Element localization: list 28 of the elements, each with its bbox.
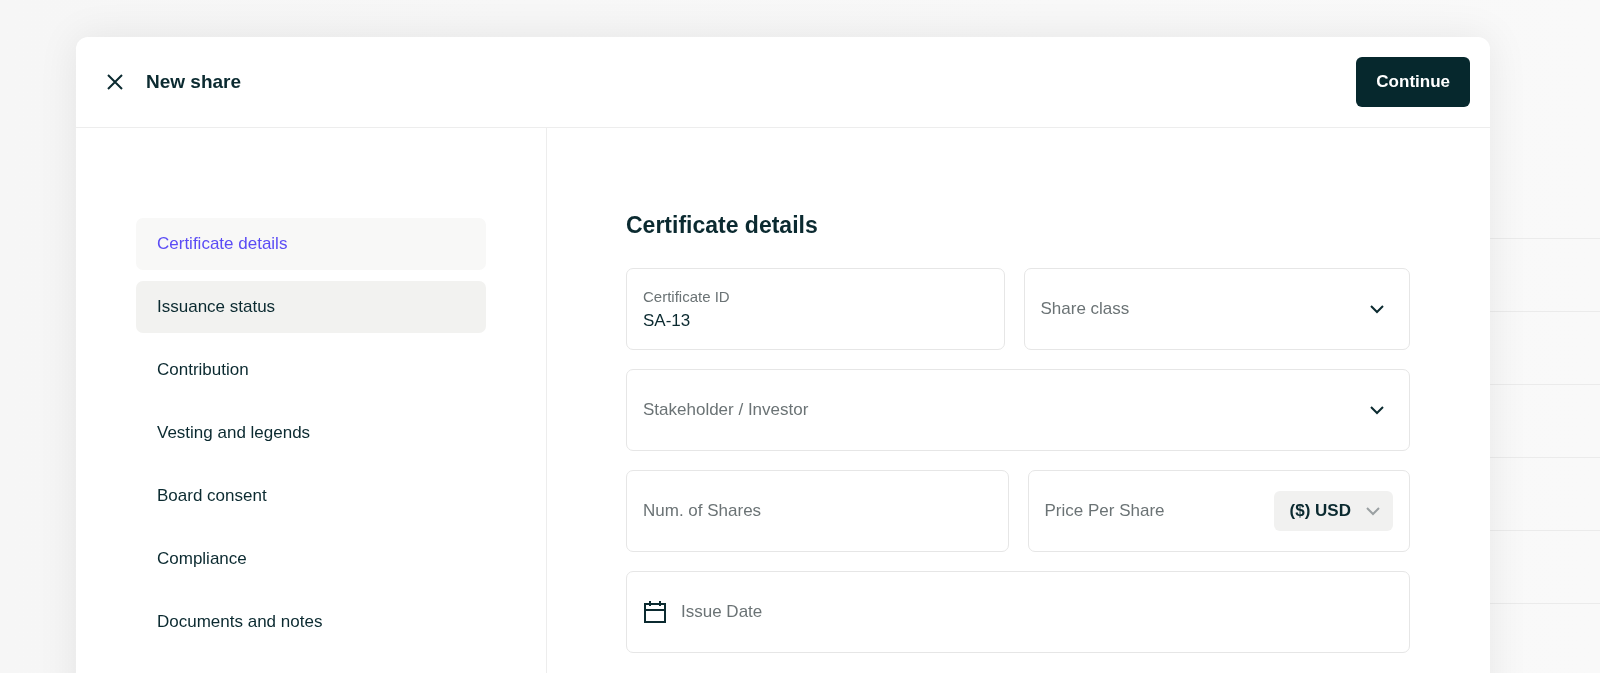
field-value: SA-13 xyxy=(643,310,692,331)
date-field[interactable]: Issue Date xyxy=(626,571,1410,653)
section-title: Certificate details xyxy=(626,212,819,239)
field-placeholder: Issue Date xyxy=(681,602,764,622)
step-item[interactable]: Issuance status xyxy=(136,281,486,333)
chevron-down-icon xyxy=(1365,506,1381,516)
step-item[interactable]: Board consent xyxy=(136,470,486,522)
text-field[interactable]: Num. of Shares xyxy=(626,470,1009,552)
step-item[interactable]: Documents and notes xyxy=(136,596,486,648)
select-field[interactable]: Share class xyxy=(1023,268,1410,350)
step-item[interactable]: Contribution xyxy=(136,344,486,396)
step-item[interactable]: Certificate details xyxy=(136,218,486,270)
chevron-down-icon xyxy=(1369,304,1385,314)
text-field[interactable]: Certificate ID SA-13 xyxy=(626,268,1005,350)
field-placeholder: Num. of Shares xyxy=(643,501,763,521)
chevron-down-icon xyxy=(1369,405,1385,415)
step-item[interactable]: Vesting and legends xyxy=(136,407,486,459)
calendar-icon xyxy=(643,600,667,624)
currency-select[interactable]: ($) USD xyxy=(1273,491,1393,531)
field-placeholder: Share class xyxy=(1040,299,1131,319)
step-item[interactable]: Compliance xyxy=(136,533,486,585)
field-placeholder: Price Per Share xyxy=(1044,501,1166,521)
field-placeholder: Stakeholder / Investor xyxy=(643,400,810,420)
continue-button[interactable]: Continue xyxy=(1356,57,1470,107)
price-field[interactable]: Price Per Share ($) USD xyxy=(1027,470,1410,552)
dialog-title: New share xyxy=(146,71,243,93)
select-field[interactable]: Stakeholder / Investor xyxy=(626,369,1410,451)
field-label: Certificate ID xyxy=(643,287,731,305)
